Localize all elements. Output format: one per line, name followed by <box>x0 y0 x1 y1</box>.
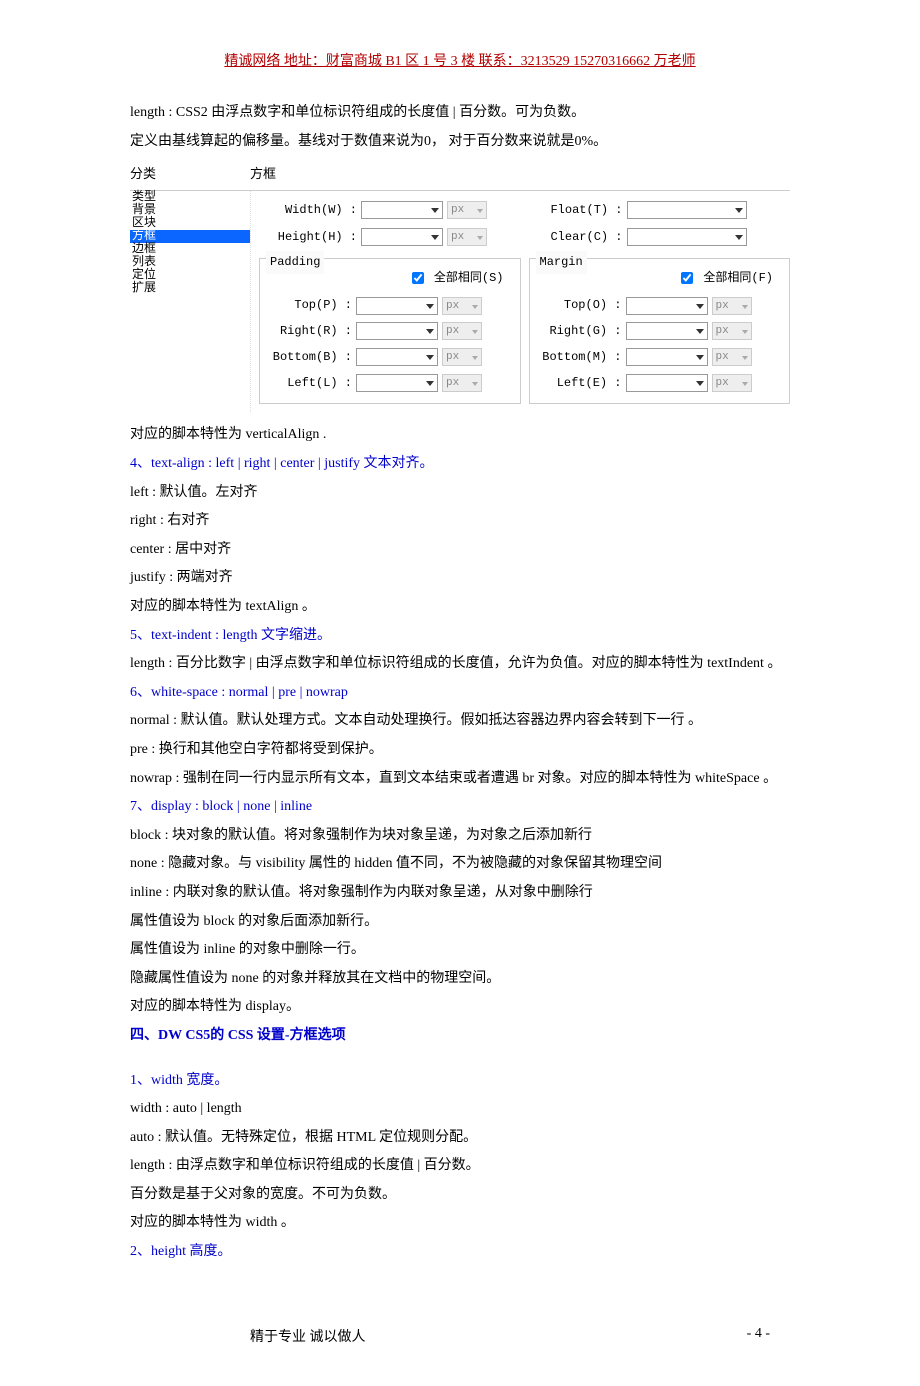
text-line: 百分数是基于父对象的宽度。不可为负数。 <box>130 1182 790 1209</box>
footer-motto: 精于专业 诚以做人 <box>250 1326 366 1346</box>
padding-same-checkbox[interactable] <box>412 272 424 284</box>
margin-left-label: Left(E) : <box>536 372 626 395</box>
padding-top-label: Top(P) : <box>266 294 356 317</box>
text-line: 属性值设为 block 的对象后面添加新行。 <box>130 909 790 936</box>
margin-right-label: Right(G) : <box>536 320 626 343</box>
text-line: auto : 默认值。无特殊定位，根据 HTML 定位规则分配。 <box>130 1125 790 1152</box>
padding-top-unit[interactable]: px <box>442 297 482 315</box>
margin-bottom-input[interactable] <box>626 348 708 366</box>
padding-bottom-unit[interactable]: px <box>442 348 482 366</box>
margin-top-input[interactable] <box>626 297 708 315</box>
category-item-box[interactable]: 方框 <box>130 230 250 243</box>
height-label: Height(H) : <box>259 226 361 249</box>
form-area: Width(W) : px Float(T) : Height(H) : <box>251 191 790 413</box>
margin-bottom-label: Bottom(M) : <box>536 346 626 369</box>
text-line: length : 百分比数字 | 由浮点数字和单位标识符组成的长度值，允许为负值… <box>130 651 790 678</box>
margin-same-checkbox[interactable] <box>681 272 693 284</box>
document-content: length : CSS2 由浮点数字和单位标识符组成的长度值 | 百分数。可为… <box>130 100 790 1266</box>
padding-title: Padding <box>266 251 324 274</box>
margin-top-unit[interactable]: px <box>712 297 752 315</box>
padding-bottom-input[interactable] <box>356 348 438 366</box>
blank-line <box>130 1052 790 1066</box>
margin-right-unit[interactable]: px <box>712 322 752 340</box>
text-line: nowrap : 强制在同一行内显示所有文本，直到文本结束或者遭遇 br 对象。… <box>130 766 790 793</box>
category-item-border[interactable]: 边框 <box>130 243 250 256</box>
padding-right-label: Right(R) : <box>266 320 356 343</box>
text-line: left : 默认值。左对齐 <box>130 480 790 507</box>
text-line: normal : 默认值。默认处理方式。文本自动处理换行。假如抵达容器边界内容会… <box>130 708 790 735</box>
text-line: block : 块对象的默认值。将对象强制作为块对象呈递，为对象之后添加新行 <box>130 823 790 850</box>
heading-5: 5、text-indent : length 文字缩进。 <box>130 623 790 650</box>
category-item-extend[interactable]: 扩展 <box>130 282 250 295</box>
text-line: justify : 两端对齐 <box>130 565 790 592</box>
text-line: pre : 换行和其他空白字符都将受到保护。 <box>130 737 790 764</box>
margin-title: Margin <box>536 251 587 274</box>
heading-width: 1、width 宽度。 <box>130 1068 790 1095</box>
text-line: 对应的脚本特性为 width 。 <box>130 1210 790 1237</box>
category-item-list[interactable]: 列表 <box>130 256 250 269</box>
text-line: length : 由浮点数字和单位标识符组成的长度值 | 百分数。 <box>130 1153 790 1180</box>
heading-6: 6、white-space : normal | pre | nowrap <box>130 680 790 707</box>
padding-same-label: 全部相同(S) <box>434 271 504 285</box>
padding-left-unit[interactable]: px <box>442 374 482 392</box>
text-line: 属性值设为 inline 的对象中删除一行。 <box>130 937 790 964</box>
page-header: 精诚网络 地址：财富商城 B1 区 1 号 3 楼 联系：3213529 152… <box>130 50 790 70</box>
text-line: width : auto | length <box>130 1096 790 1123</box>
padding-bottom-label: Bottom(B) : <box>266 346 356 369</box>
heading-4: 4、text-align : left | right | center | j… <box>130 451 790 478</box>
margin-left-input[interactable] <box>626 374 708 392</box>
height-unit[interactable]: px <box>447 228 487 246</box>
width-label: Width(W) : <box>259 199 361 222</box>
height-input[interactable] <box>361 228 443 246</box>
padding-right-unit[interactable]: px <box>442 322 482 340</box>
category-item-background[interactable]: 背景 <box>130 204 250 217</box>
float-input[interactable] <box>627 201 747 219</box>
category-item-block[interactable]: 区块 <box>130 217 250 230</box>
section-4-title: 四、DW CS5的 CSS 设置-方框选项 <box>130 1023 790 1050</box>
width-input[interactable] <box>361 201 443 219</box>
text-line: center : 居中对齐 <box>130 537 790 564</box>
padding-left-input[interactable] <box>356 374 438 392</box>
margin-group: Margin 全部相同(F) Top(O) :px Right(G) :px B… <box>529 258 791 404</box>
text-line: inline : 内联对象的默认值。将对象强制作为内联对象呈递，从对象中删除行 <box>130 880 790 907</box>
text-line: right : 右对齐 <box>130 508 790 535</box>
category-item-type[interactable]: 类型 <box>130 191 250 204</box>
margin-bottom-unit[interactable]: px <box>712 348 752 366</box>
width-unit[interactable]: px <box>447 201 487 219</box>
page-number: - 4 - <box>747 1326 770 1346</box>
page-footer: 精于专业 诚以做人 - 4 - <box>130 1326 790 1346</box>
heading-7: 7、display : block | none | inline <box>130 794 790 821</box>
clear-label: Clear(C) : <box>525 226 627 249</box>
padding-group: Padding 全部相同(S) Top(P) :px Right(R) :px … <box>259 258 521 404</box>
margin-top-label: Top(O) : <box>536 294 626 317</box>
text-line: length : CSS2 由浮点数字和单位标识符组成的长度值 | 百分数。可为… <box>130 100 790 127</box>
padding-left-label: Left(L) : <box>266 372 356 395</box>
text-line: 对应的脚本特性为 display。 <box>130 994 790 1021</box>
margin-right-input[interactable] <box>626 322 708 340</box>
text-line: 对应的脚本特性为 verticalAlign . <box>130 422 790 449</box>
padding-top-input[interactable] <box>356 297 438 315</box>
css-box-panel: 分类 方框 类型 背景 区块 方框 边框 列表 定位 扩展 Wid <box>130 163 790 412</box>
padding-right-input[interactable] <box>356 322 438 340</box>
margin-same-label: 全部相同(F) <box>703 271 773 285</box>
float-label: Float(T) : <box>525 199 627 222</box>
category-header: 分类 <box>130 163 250 188</box>
margin-left-unit[interactable]: px <box>712 374 752 392</box>
panel-title: 方框 <box>250 163 276 188</box>
text-line: none : 隐藏对象。与 visibility 属性的 hidden 值不同，… <box>130 851 790 878</box>
text-line: 隐藏属性值设为 none 的对象并释放其在文档中的物理空间。 <box>130 966 790 993</box>
text-line: 定义由基线算起的偏移量。基线对于数值来说为0， 对于百分数来说就是0%。 <box>130 129 790 156</box>
category-item-position[interactable]: 定位 <box>130 269 250 282</box>
category-list: 类型 背景 区块 方框 边框 列表 定位 扩展 <box>130 191 251 413</box>
clear-input[interactable] <box>627 228 747 246</box>
text-line: 对应的脚本特性为 textAlign 。 <box>130 594 790 621</box>
heading-height: 2、height 高度。 <box>130 1239 790 1266</box>
